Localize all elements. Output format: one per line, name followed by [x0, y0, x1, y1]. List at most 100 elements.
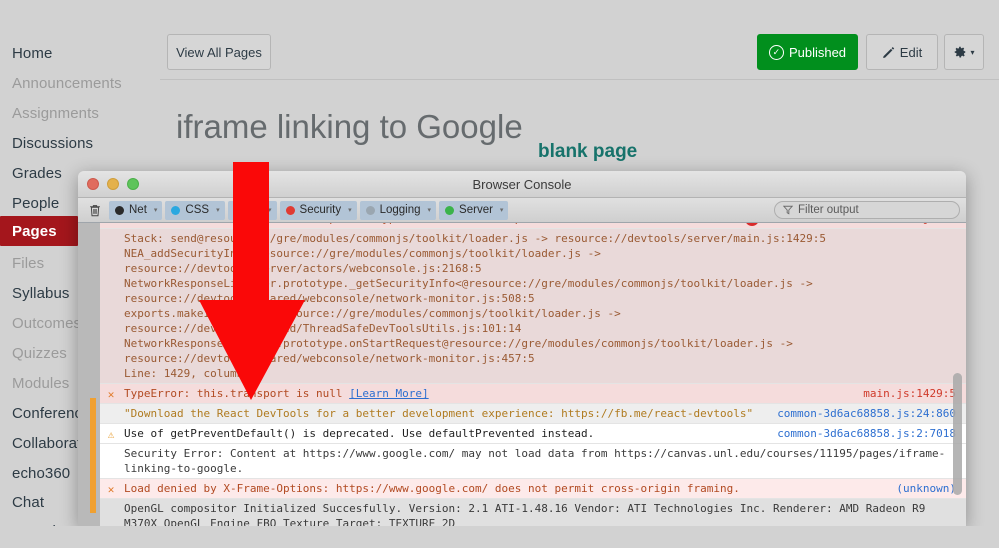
console-log-row[interactable]: Stack: send@resource://gre/modules/commo…: [78, 229, 966, 384]
console-log-source-link[interactable]: common-3d6ac68858.js:24:860: [767, 406, 956, 421]
console-filter-net[interactable]: Net ▾: [109, 200, 163, 220]
funnel-icon: [783, 205, 793, 215]
sidebar-item-label: echo360: [12, 464, 71, 482]
filter-label: Logging: [379, 204, 421, 216]
gear-icon: [955, 46, 966, 58]
log-severity-indicator: [90, 398, 96, 438]
console-log-message: Security Error: Content at https://www.g…: [124, 447, 946, 475]
console-log-message: "Handler function threw an exception: Ty…: [102, 223, 735, 226]
console-filter-css[interactable]: CSS ▾: [165, 200, 225, 220]
console-log-row[interactable]: ✕ Load denied by X-Frame-Options: https:/…: [78, 479, 966, 499]
error-icon: ✕: [107, 388, 115, 401]
sidebar-item-label: Home: [12, 44, 53, 62]
filter-output-input[interactable]: Filter output: [774, 201, 960, 219]
browser-console-window: Browser Console Net ▾ CSS ▾ JS ▾ Security ▾ Logg…: [78, 171, 966, 526]
pencil-icon: [882, 46, 894, 58]
sidebar-item-assignments[interactable]: Assignments: [0, 98, 160, 128]
sidebar-item-home[interactable]: Home: [0, 38, 160, 68]
view-all-pages-button[interactable]: View All Pages: [167, 34, 271, 70]
close-button[interactable]: [87, 178, 99, 190]
sidebar-item-label: Announcements: [12, 74, 122, 92]
filter-label: Security: [299, 204, 342, 216]
console-log-row[interactable]: ⚠ Use of getPreventDefault() is deprecate…: [78, 424, 966, 444]
filter-dot-icon: [445, 205, 455, 215]
filter-dot-icon: [171, 205, 181, 215]
sidebar-item-label: Files: [12, 254, 45, 272]
console-filter-js[interactable]: JS ▾: [227, 200, 277, 220]
settings-menu-button[interactable]: ▾: [944, 34, 984, 70]
clear-console-button[interactable]: [84, 201, 106, 220]
error-icon: ✕: [107, 483, 115, 496]
console-vertical-scrollbar[interactable]: [952, 223, 963, 526]
console-log-row[interactable]: "Download the React DevTools for a bette…: [78, 404, 966, 424]
chevron-down-icon[interactable]: ▾: [428, 206, 432, 214]
chevron-down-icon[interactable]: ▾: [348, 206, 352, 214]
chevron-down-icon[interactable]: ▾: [216, 206, 220, 214]
console-filter-security[interactable]: Security ▾: [279, 200, 357, 220]
sidebar-item-label: Syllabus: [12, 284, 70, 302]
content-divider: [160, 79, 999, 80]
published-label: Published: [788, 44, 847, 60]
console-filter-server[interactable]: Server ▾: [439, 200, 509, 220]
filter-dot-icon: [233, 205, 243, 215]
minimize-button[interactable]: [107, 178, 119, 190]
window-controls: [87, 178, 139, 190]
console-log-message: Load denied by X-Frame-Options: https://…: [124, 482, 740, 495]
console-log-message: OpenGL compositor Initialized Succesfull…: [124, 502, 926, 526]
filter-dot-icon: [365, 205, 375, 215]
sidebar-item-pages[interactable]: Pages: [0, 216, 78, 246]
filter-label: Net: [129, 204, 147, 216]
error-icon: ✕: [105, 223, 117, 227]
sidebar-item-label: Modules: [12, 374, 70, 392]
console-log-source-link[interactable]: 2ThreadSafeDevToolsUtils.js:80: [735, 223, 956, 226]
console-log-message: Stack: send@resource://gre/modules/commo…: [124, 232, 826, 380]
chevron-down-icon[interactable]: ▾: [154, 206, 158, 214]
console-titlebar: Browser Console: [78, 171, 966, 198]
filter-label: Server: [459, 204, 493, 216]
edit-label: Edit: [899, 44, 923, 60]
screenshot-root: Home Announcements Assignments Discussions G…: [0, 0, 999, 548]
console-filter-logging[interactable]: Logging ▾: [359, 200, 437, 220]
console-log-source-link[interactable]: common-3d6ac68858.js:2:7018: [767, 426, 956, 441]
console-log-row[interactable]: Security Error: Content at https://www.g…: [78, 444, 966, 479]
console-toolbar: Net ▾ CSS ▾ JS ▾ Security ▾ Logging ▾ Server ▾ Filt…: [78, 198, 966, 223]
sidebar-item-label: Quizzes: [12, 344, 67, 362]
blank-page-annotation: blank page: [538, 141, 638, 162]
sidebar-item-label: Pages: [12, 222, 57, 240]
scrollbar-thumb[interactable]: [953, 373, 962, 495]
sidebar-item-label: Chat: [12, 493, 45, 511]
console-log-row[interactable]: OpenGL compositor Initialized Succesfull…: [78, 499, 966, 526]
console-window-title: Browser Console: [472, 176, 572, 192]
filter-output-placeholder: Filter output: [798, 204, 859, 216]
console-log-source-link[interactable]: main.js:1429:5: [853, 386, 956, 401]
edit-button[interactable]: Edit: [866, 34, 938, 70]
published-status-button[interactable]: ✓ Published: [757, 34, 858, 70]
page-bottom-background: [0, 526, 999, 548]
filter-dot-icon: [115, 205, 124, 215]
chevron-down-icon[interactable]: ▾: [500, 206, 504, 214]
sidebar-item-label: Outcomes: [12, 314, 82, 332]
filter-dot-icon: [285, 205, 295, 215]
sidebar-item-label: Assignments: [12, 104, 99, 122]
console-log-row[interactable]: ✕ TypeError: this.transport is null [Lear…: [78, 384, 966, 404]
log-severity-indicator: [90, 493, 96, 513]
log-severity-indicator: [90, 438, 96, 493]
view-all-pages-label: View All Pages: [176, 44, 262, 60]
check-circle-icon: ✓: [768, 44, 784, 60]
sidebar-item-announcements[interactable]: Announcements: [0, 68, 160, 98]
sidebar-item-label: Grades: [12, 164, 62, 182]
console-log-message: Use of getPreventDefault() is deprecated…: [124, 427, 595, 440]
zoom-button[interactable]: [127, 178, 139, 190]
sidebar-item-label: Discussions: [12, 134, 94, 152]
console-log-source-link[interactable]: (unknown): [886, 481, 956, 496]
error-count-badge: 2: [744, 223, 759, 226]
page-title: iframe linking to Google: [176, 108, 523, 145]
learn-more-link[interactable]: [Learn More]: [349, 387, 428, 400]
chevron-down-icon[interactable]: ▾: [268, 206, 272, 214]
chevron-down-icon: ▾: [970, 47, 975, 57]
console-log-list[interactable]: ✕"Handler function threw an exception: T…: [78, 223, 966, 526]
console-log-message: "Download the React DevTools for a bette…: [124, 407, 754, 420]
sidebar-item-discussions[interactable]: Discussions: [0, 128, 160, 158]
filter-label: CSS: [185, 204, 210, 216]
warning-icon: ⚠: [107, 428, 115, 441]
